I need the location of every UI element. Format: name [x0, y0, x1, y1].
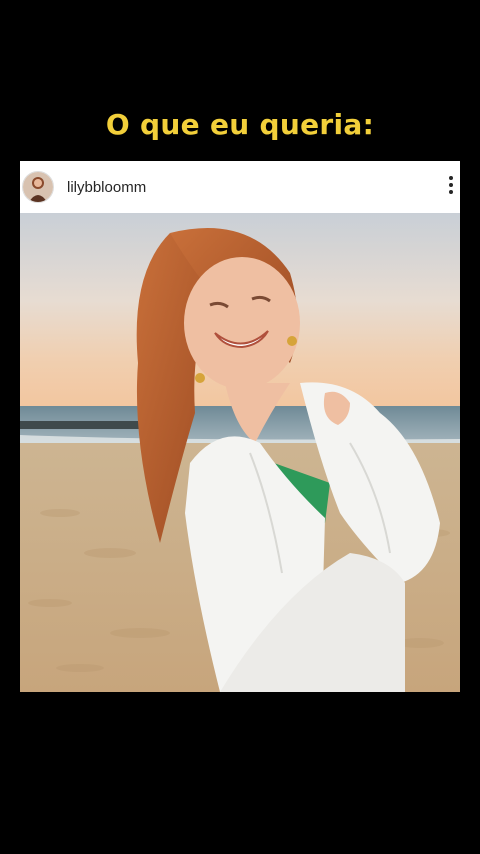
- post-photo: [20, 213, 460, 692]
- post-username[interactable]: lilybbloomm: [67, 179, 146, 196]
- post-header: lilybbloomm: [20, 161, 460, 213]
- screen: O que eu queria: lilybbloomm: [0, 0, 480, 854]
- more-options-icon[interactable]: [446, 173, 456, 197]
- meme-caption: O que eu queria:: [105, 108, 375, 141]
- instagram-post: lilybbloomm: [20, 161, 460, 692]
- profile-avatar-icon[interactable]: [22, 171, 54, 203]
